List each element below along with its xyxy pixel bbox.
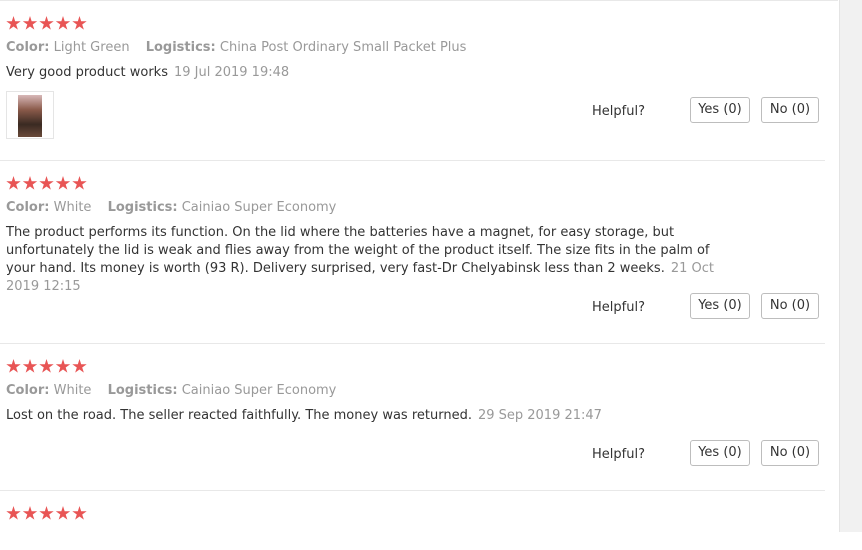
review-text: Very good product works 19 Jul 2019 19:48 bbox=[6, 64, 726, 82]
helpful-yes-button[interactable]: Yes (0) bbox=[690, 293, 750, 319]
star-icon bbox=[39, 176, 54, 190]
vertical-scrollbar[interactable] bbox=[839, 0, 862, 532]
review-meta: Color: White Logistics: Cainiao Super Ec… bbox=[6, 200, 336, 215]
review-body: Lost on the road. The seller reacted fai… bbox=[6, 408, 472, 423]
helpful-no-button[interactable]: No (0) bbox=[761, 293, 819, 319]
logistics-value: Cainiao Super Economy bbox=[181, 200, 337, 215]
review-meta: Color: White Logistics: Cainiao Super Ec… bbox=[6, 383, 336, 398]
star-icon bbox=[22, 176, 38, 190]
color-label: Color: bbox=[6, 40, 50, 55]
logistics-value: China Post Ordinary Small Packet Plus bbox=[219, 40, 467, 55]
color-label: Color: bbox=[6, 383, 50, 398]
logistics-value: Cainiao Super Economy bbox=[181, 383, 337, 398]
star-rating bbox=[6, 359, 89, 375]
color-label: Color: bbox=[6, 200, 50, 215]
star-icon bbox=[72, 16, 87, 30]
logistics-label: Logistics: bbox=[107, 383, 178, 398]
review-date: 19 Jul 2019 19:48 bbox=[173, 65, 290, 80]
review-item bbox=[0, 490, 825, 550]
star-icon bbox=[6, 359, 21, 373]
color-value: White bbox=[53, 383, 92, 398]
color-value: Light Green bbox=[53, 40, 130, 55]
review-text: The product performs its function. On th… bbox=[6, 224, 726, 296]
star-icon bbox=[72, 506, 87, 520]
star-rating bbox=[6, 506, 89, 522]
star-icon bbox=[22, 359, 38, 373]
review-meta: Color: Light Green Logistics: China Post… bbox=[6, 40, 466, 55]
helpful-yes-button[interactable]: Yes (0) bbox=[690, 97, 750, 123]
star-icon bbox=[55, 176, 71, 190]
logistics-label: Logistics: bbox=[107, 200, 178, 215]
star-icon bbox=[6, 176, 21, 190]
review-item: Color: Light Green Logistics: China Post… bbox=[0, 0, 825, 161]
review-body: The product performs its function. On th… bbox=[6, 225, 710, 276]
review-item: Color: White Logistics: Cainiao Super Ec… bbox=[0, 160, 825, 344]
review-body: Very good product works bbox=[6, 65, 168, 80]
star-icon bbox=[22, 16, 38, 30]
review-photo-thumbnail[interactable] bbox=[6, 91, 54, 139]
star-icon bbox=[72, 176, 87, 190]
star-icon bbox=[39, 359, 54, 373]
photo-image bbox=[18, 95, 42, 137]
star-rating bbox=[6, 176, 89, 192]
star-icon bbox=[72, 359, 87, 373]
helpful-no-button[interactable]: No (0) bbox=[761, 97, 819, 123]
star-icon bbox=[39, 506, 54, 520]
star-icon bbox=[55, 506, 71, 520]
review-date: 29 Sep 2019 21:47 bbox=[477, 408, 602, 423]
helpful-label: Helpful? bbox=[592, 104, 645, 119]
review-item: Color: White Logistics: Cainiao Super Ec… bbox=[0, 343, 825, 491]
logistics-label: Logistics: bbox=[145, 40, 216, 55]
star-icon bbox=[6, 506, 21, 520]
star-icon bbox=[55, 16, 71, 30]
color-value: White bbox=[53, 200, 92, 215]
star-icon bbox=[6, 16, 21, 30]
star-icon bbox=[22, 506, 38, 520]
helpful-label: Helpful? bbox=[592, 447, 645, 462]
helpful-label: Helpful? bbox=[592, 300, 645, 315]
helpful-yes-button[interactable]: Yes (0) bbox=[690, 440, 750, 466]
review-text: Lost on the road. The seller reacted fai… bbox=[6, 407, 726, 425]
helpful-no-button[interactable]: No (0) bbox=[761, 440, 819, 466]
star-icon bbox=[39, 16, 54, 30]
star-rating bbox=[6, 16, 89, 32]
star-icon bbox=[55, 359, 71, 373]
